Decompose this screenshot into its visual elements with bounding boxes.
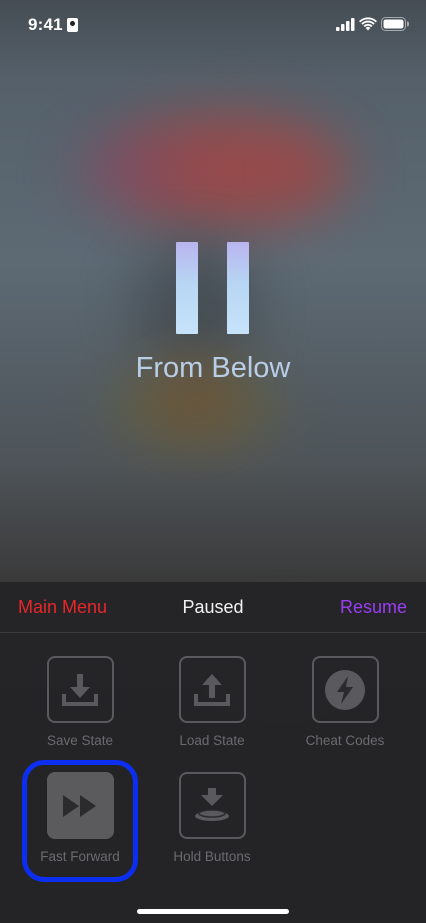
load-state-label: Load State — [179, 733, 245, 748]
load-state-button[interactable]: Load State — [152, 656, 272, 748]
pause-icon — [176, 242, 250, 334]
lightning-icon — [325, 669, 365, 710]
screen: 9:41 From Below Main Menu Paused Resume — [0, 0, 426, 923]
save-state-tile[interactable] — [46, 656, 114, 723]
resume-button[interactable]: Resume — [340, 597, 407, 618]
save-state-label: Save State — [46, 733, 114, 748]
load-state-icon — [194, 673, 230, 706]
cellular-signal-icon — [336, 18, 355, 31]
game-title: From Below — [135, 352, 291, 384]
contact-card-icon — [67, 18, 78, 32]
wifi-icon — [359, 17, 377, 31]
hold-buttons-tile[interactable] — [178, 772, 246, 839]
pause-menu-header: Main Menu Paused Resume — [0, 582, 426, 633]
status-bar: 9:41 — [0, 0, 426, 50]
home-indicator[interactable] — [137, 909, 289, 914]
focus-highlight-ring — [22, 760, 138, 882]
cheat-codes-button[interactable]: Cheat Codes — [285, 656, 405, 748]
save-state-button[interactable]: Save State — [20, 656, 140, 748]
hold-buttons-label: Hold Buttons — [173, 849, 251, 864]
cheat-codes-tile[interactable] — [311, 656, 379, 723]
cheat-codes-label: Cheat Codes — [305, 733, 385, 748]
battery-icon — [381, 17, 409, 31]
load-state-tile[interactable] — [178, 656, 246, 723]
save-state-icon — [62, 673, 98, 706]
hold-buttons-button[interactable]: Hold Buttons — [152, 772, 272, 864]
hold-buttons-icon — [195, 787, 229, 821]
status-time: 9:41 — [28, 15, 63, 34]
